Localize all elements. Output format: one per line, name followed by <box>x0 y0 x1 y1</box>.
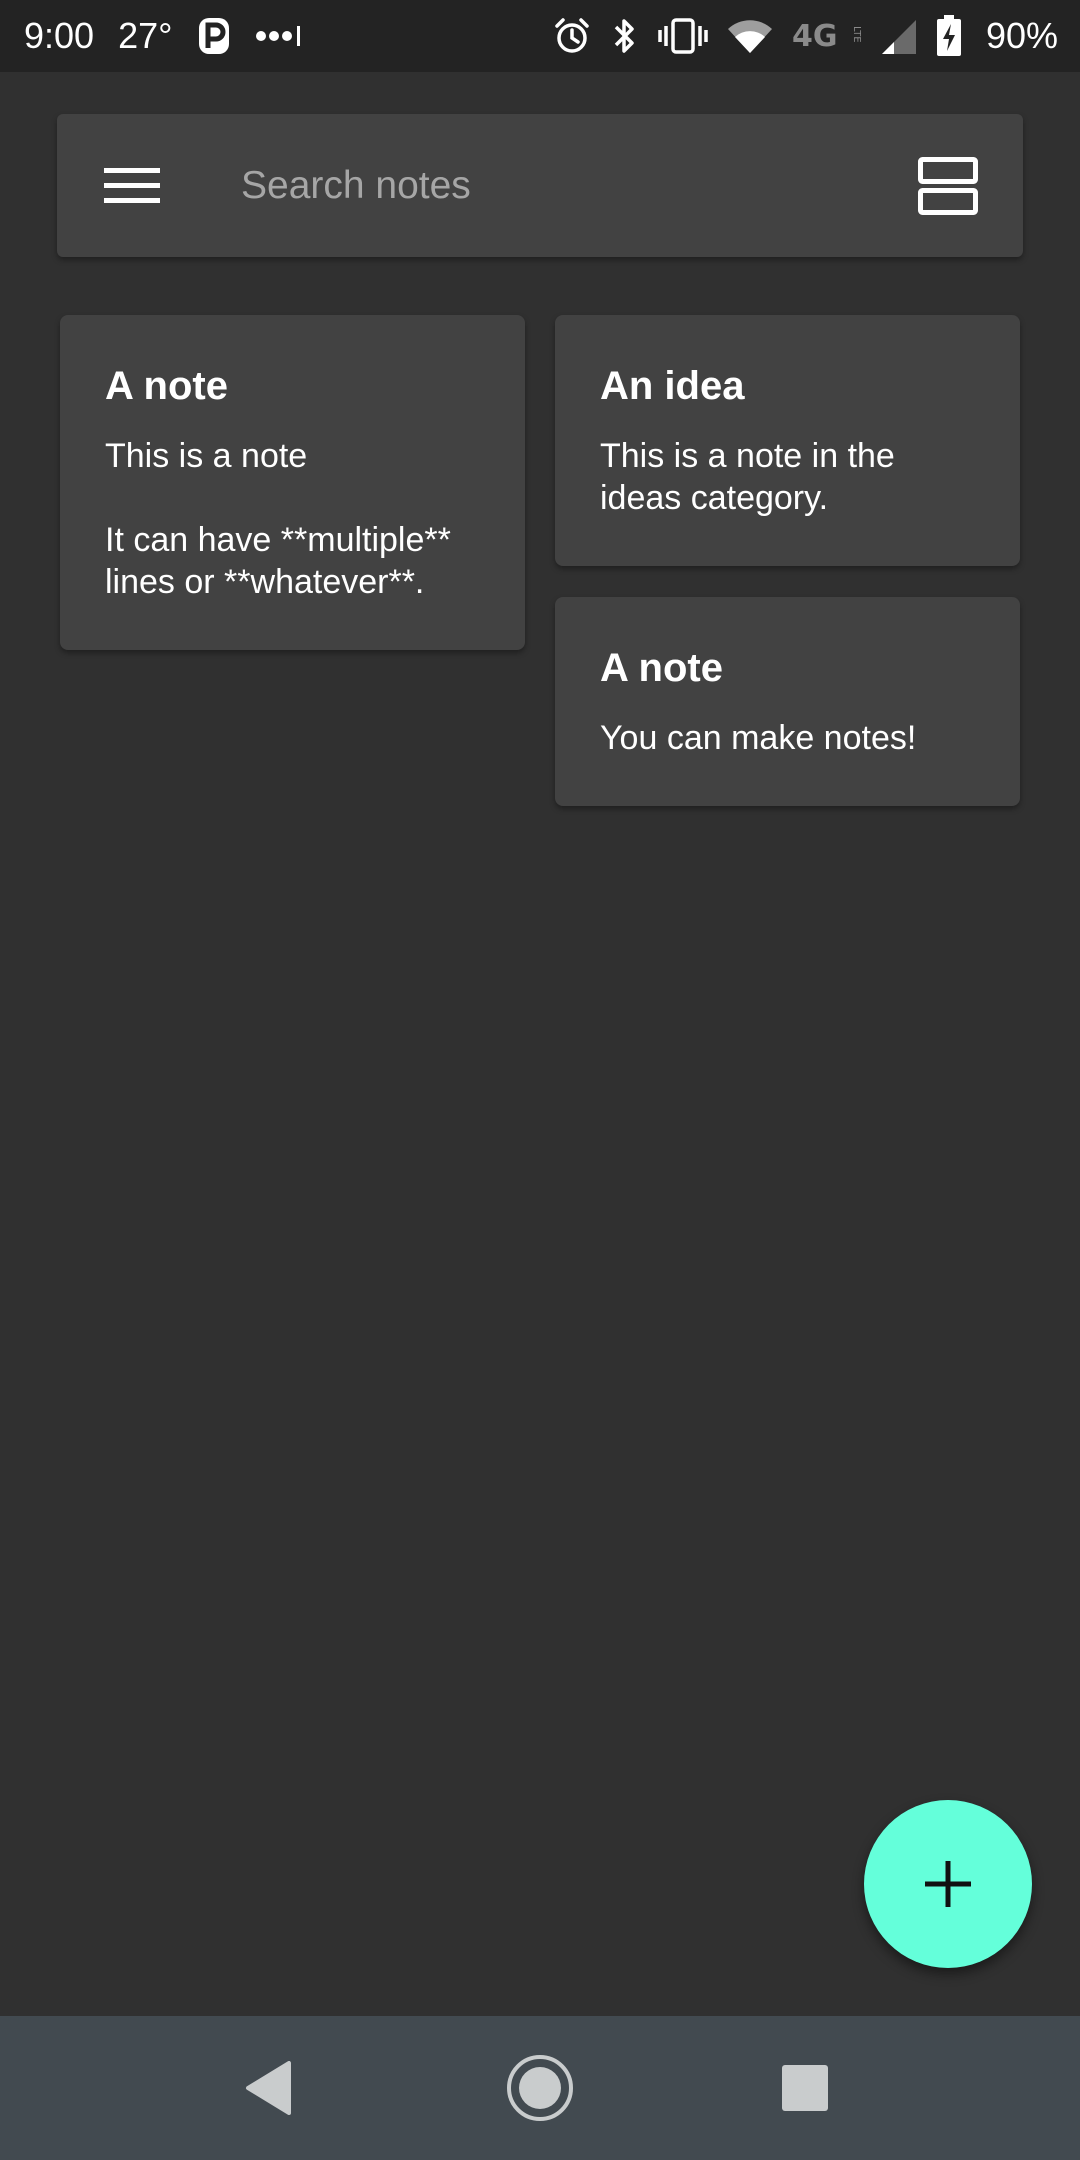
list-view-icon <box>918 156 978 215</box>
wifi-icon <box>726 17 774 55</box>
note-title: A note <box>600 646 723 690</box>
parking-app-icon <box>197 16 231 56</box>
note-card[interactable]: A note You can make notes! <box>555 597 1020 806</box>
vibrate-icon <box>658 16 708 56</box>
add-note-button[interactable] <box>864 1800 1032 1968</box>
cell-signal-icon <box>880 16 918 56</box>
menu-button[interactable] <box>57 114 207 257</box>
status-bar-left: 9:00 27° <box>24 15 303 57</box>
note-body: You can make notes! <box>600 719 917 757</box>
status-temperature: 27° <box>118 15 173 56</box>
toggle-layout-button[interactable] <box>883 114 1013 257</box>
note-card[interactable]: A note This is a note It can have **mult… <box>60 315 525 650</box>
battery-charging-icon <box>936 15 962 57</box>
note-body: This is a note It can have **multiple** … <box>105 437 451 601</box>
navigation-bar <box>0 2016 1080 2160</box>
alarm-icon <box>552 16 592 56</box>
recents-button[interactable] <box>745 2016 865 2160</box>
more-notifications-icon <box>255 26 303 46</box>
battery-percent: 90% <box>985 15 1058 56</box>
search-input[interactable] <box>207 114 883 257</box>
plus-icon <box>925 1861 971 1907</box>
home-button[interactable] <box>480 2016 600 2160</box>
note-card[interactable]: An idea This is a note in the ideas cate… <box>555 315 1020 566</box>
status-bar: 9:00 27° 4G LTE 90% <box>0 0 1080 72</box>
svg-text:4G: 4G <box>792 19 838 54</box>
note-title: An idea <box>600 364 745 408</box>
home-icon <box>507 2055 573 2121</box>
search-bar <box>57 114 1023 257</box>
bluetooth-icon <box>610 15 640 57</box>
note-title: A note <box>105 364 228 408</box>
recents-icon <box>782 2065 828 2111</box>
4g-lte-icon: 4G LTE <box>792 16 862 56</box>
svg-text:LTE: LTE <box>851 26 862 43</box>
note-body: This is a note in the ideas category. <box>600 437 895 517</box>
back-icon <box>246 2061 291 2115</box>
status-bar-right: 4G LTE 90% <box>552 15 1058 57</box>
status-time: 9:00 <box>24 15 95 56</box>
hamburger-menu-icon <box>104 167 160 203</box>
back-button[interactable] <box>209 2016 329 2160</box>
